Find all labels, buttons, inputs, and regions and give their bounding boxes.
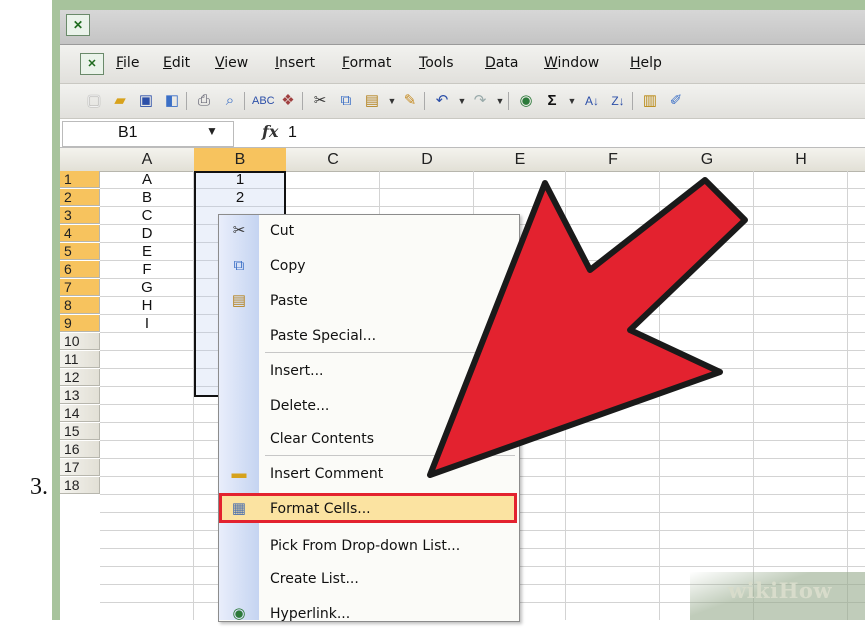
wikihow-watermark: wikiHow	[728, 578, 833, 603]
red-arrow-icon	[427, 177, 748, 478]
red-arrow-annotation	[427, 177, 748, 478]
